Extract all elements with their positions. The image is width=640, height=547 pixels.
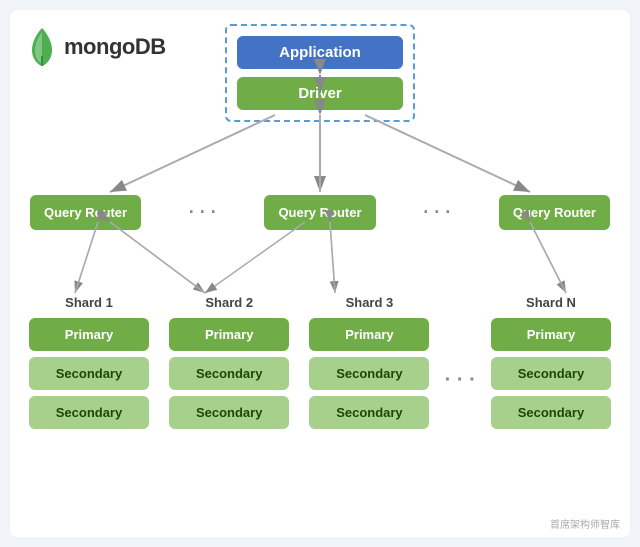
- app-driver-box: Application Driver: [225, 24, 415, 122]
- mongodb-logo: mongoDB: [28, 28, 166, 66]
- shard-2-column: Shard 2 Primary Secondary Secondary: [164, 295, 294, 429]
- shard-2-secondary-1: Secondary: [169, 357, 289, 390]
- shards-section: Shard 1 Primary Secondary Secondary Shar…: [16, 295, 624, 429]
- shard-1-secondary-2: Secondary: [29, 396, 149, 429]
- shard-3-primary: Primary: [309, 318, 429, 351]
- query-router-left: Query Router: [30, 195, 141, 230]
- watermark: 首席架构师智库: [550, 516, 620, 531]
- shard-1-secondary-1: Secondary: [29, 357, 149, 390]
- query-router-right: Query Router: [499, 195, 610, 230]
- query-router-center: Query Router: [264, 195, 375, 230]
- shard-2-label: Shard 2: [205, 295, 253, 310]
- shard-2-primary: Primary: [169, 318, 289, 351]
- shard-3-secondary-1: Secondary: [309, 357, 429, 390]
- shard-3-label: Shard 3: [346, 295, 394, 310]
- query-routers-row: Query Router · · · Query Router · · · Qu…: [20, 195, 620, 230]
- shard-n-column: Shard N Primary Secondary Secondary: [486, 295, 616, 429]
- driver-box: Driver: [237, 77, 403, 110]
- shard-1-label: Shard 1: [65, 295, 113, 310]
- shard-3-column: Shard 3 Primary Secondary Secondary: [304, 295, 434, 429]
- shard-n-secondary-2: Secondary: [491, 396, 611, 429]
- shard-1-primary: Primary: [29, 318, 149, 351]
- shard-n-primary: Primary: [491, 318, 611, 351]
- mongodb-leaf-icon: [28, 28, 56, 66]
- diagram-container: mongoDB Application Driver Query Router …: [10, 10, 630, 537]
- shard-3-secondary-2: Secondary: [309, 396, 429, 429]
- application-box: Application: [237, 36, 403, 69]
- shard-n-label: Shard N: [526, 295, 576, 310]
- shard-2-secondary-2: Secondary: [169, 396, 289, 429]
- mongodb-logo-text: mongoDB: [64, 34, 166, 60]
- dots-between-1: · · ·: [185, 202, 221, 223]
- shard-n-secondary-1: Secondary: [491, 357, 611, 390]
- shard-1-column: Shard 1 Primary Secondary Secondary: [24, 295, 154, 429]
- dots-between-2: · · ·: [419, 202, 455, 223]
- shard-dots-separator: · · ·: [445, 295, 476, 425]
